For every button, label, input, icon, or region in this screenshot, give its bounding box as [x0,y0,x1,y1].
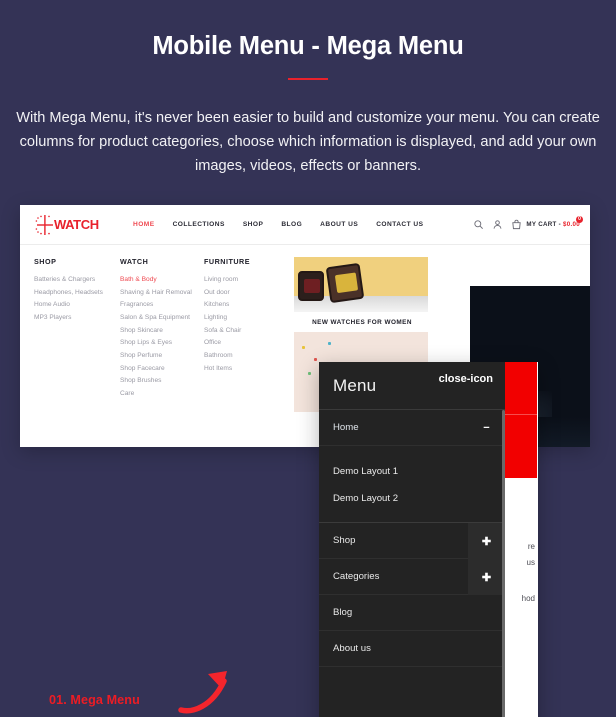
mega-link[interactable]: Office [204,338,292,349]
background-text: us [526,558,535,567]
cart-label: MY CART - $0.00 [526,221,580,228]
header-tools: 0 MY CART - $0.00 [473,216,583,230]
mega-link[interactable]: Shop Lips & Eyes [120,338,200,349]
drawer-scrollbar[interactable] [502,410,505,717]
shopping-bag-icon [511,219,522,230]
mega-link[interactable]: Shaving & Hair Removal [120,288,200,299]
drawer-subitem-demo-layout-1[interactable]: Demo Layout 1 [319,458,505,485]
banner-watch-red [298,271,324,301]
background-text: hod [521,594,535,603]
mega-link[interactable]: Care [120,389,200,400]
nav-item-shop[interactable]: SHOP [243,221,264,228]
mega-link[interactable]: Sofa & Chair [204,326,292,337]
title-underline-rule [288,78,328,81]
mega-link[interactable]: Salon & Spa Equipment [120,313,200,324]
mega-link[interactable]: Batteries & Chargers [34,275,114,286]
mega-link[interactable]: Bath & Body [120,275,200,286]
site-header: WATCH HOME COLLECTIONS SHOP BLOG ABOUT U… [20,205,590,245]
mega-column-title: FURNITURE [204,257,251,266]
plus-icon[interactable]: ✚ [468,559,505,595]
drawer-menu-list: Home − Demo Layout 1 Demo Layout 2 Shop … [319,410,505,667]
minus-icon[interactable]: − [468,410,505,446]
mega-link[interactable]: Living room [204,275,292,286]
confetti-dot [308,372,311,375]
drawer-item-label: Categories [333,571,380,582]
mobile-menu-drawer: Menu close-icon Home − Demo Layout 1 Dem… [319,362,505,717]
mega-link[interactable]: Shop Perfume [120,351,200,362]
drawer-header: Menu close-icon [319,362,505,410]
close-icon[interactable]: close-icon [439,374,493,385]
drawer-submenu-home: Demo Layout 1 Demo Layout 2 [319,446,505,523]
watch-crosshair-icon [33,213,57,237]
mega-link[interactable]: Shop Brushes [120,376,200,387]
site-logo[interactable]: WATCH [33,213,115,237]
user-icon[interactable] [492,219,503,230]
cart-button[interactable]: 0 MY CART - $0.00 [511,216,583,230]
confetti-dot [302,346,305,349]
screenshot-stage: WATCH HOME COLLECTIONS SHOP BLOG ABOUT U… [0,205,616,717]
mega-link[interactable]: MP3 Players [34,313,114,324]
mega-column-watch: WATCH Bath & Body Shaving & Hair Removal… [114,257,200,446]
search-icon[interactable] [473,219,484,230]
logo-text: WATCH [54,217,99,232]
mega-link[interactable]: Shop Facecare [120,364,200,375]
mega-link[interactable]: Out door [204,288,292,299]
page-title: Mobile Menu - Mega Menu [152,32,464,60]
background-text: re [527,542,535,551]
mega-column-title: WATCH [120,257,149,266]
nav-item-collections[interactable]: COLLECTIONS [173,221,225,228]
plus-icon[interactable]: ✚ [468,523,505,559]
mega-link[interactable]: Shop Skincare [120,326,200,337]
drawer-item-label: Shop [333,535,356,546]
hero-description: With Mega Menu, it's never been easier t… [16,110,600,175]
confetti-dot [314,358,317,361]
mega-column-furniture: FURNITURE Living room Out door Kitchens … [200,257,292,446]
mobile-site-screenshot: re us hod Menu close-icon Home − Demo La… [319,362,538,717]
drawer-item-categories[interactable]: Categories ✚ [319,559,505,595]
cart-count-badge: 0 [576,216,583,223]
watch-banner-image[interactable] [294,257,428,312]
mega-column-title: SHOP [34,257,57,266]
drawer-item-label: Home [333,422,359,433]
drawer-item-shop[interactable]: Shop ✚ [319,523,505,559]
mega-link[interactable]: Headphones, Headsets [34,288,114,299]
primary-nav: HOME COLLECTIONS SHOP BLOG ABOUT US CONT… [133,221,423,228]
nav-item-blog[interactable]: BLOG [281,221,302,228]
drawer-title: Menu [333,375,377,395]
mega-column-shop: SHOP Batteries & Chargers Headphones, He… [20,257,114,446]
mega-link[interactable]: Lighting [204,313,292,324]
nav-item-contact-us[interactable]: CONTACT US [376,221,423,228]
banner-caption: NEW WATCHES FOR WOMEN [312,319,412,326]
mega-link[interactable]: Bathroom [204,351,292,362]
mega-link[interactable]: Home Audio [34,300,114,311]
drawer-item-home[interactable]: Home − [319,410,505,446]
nav-item-home[interactable]: HOME [133,221,155,228]
mega-link[interactable]: Hot Items [204,364,292,375]
drawer-item-label: About us [333,643,371,654]
drawer-item-blog[interactable]: Blog [319,595,505,631]
drawer-item-about-us[interactable]: About us [319,631,505,667]
mega-link[interactable]: Fragrances [120,300,200,311]
mega-link[interactable]: Kitchens [204,300,292,311]
drawer-subitem-demo-layout-2[interactable]: Demo Layout 2 [319,485,505,512]
annotation-label-mega-menu: 01. Mega Menu [49,693,140,707]
drawer-item-label: Blog [333,607,353,618]
curved-arrow-up-right-icon [178,665,238,717]
confetti-dot [328,342,331,345]
nav-item-about-us[interactable]: ABOUT US [320,221,358,228]
banner-watch-gold [325,262,365,304]
hero-section: Mobile Menu - Mega Menu With Mega Menu, … [0,0,616,179]
